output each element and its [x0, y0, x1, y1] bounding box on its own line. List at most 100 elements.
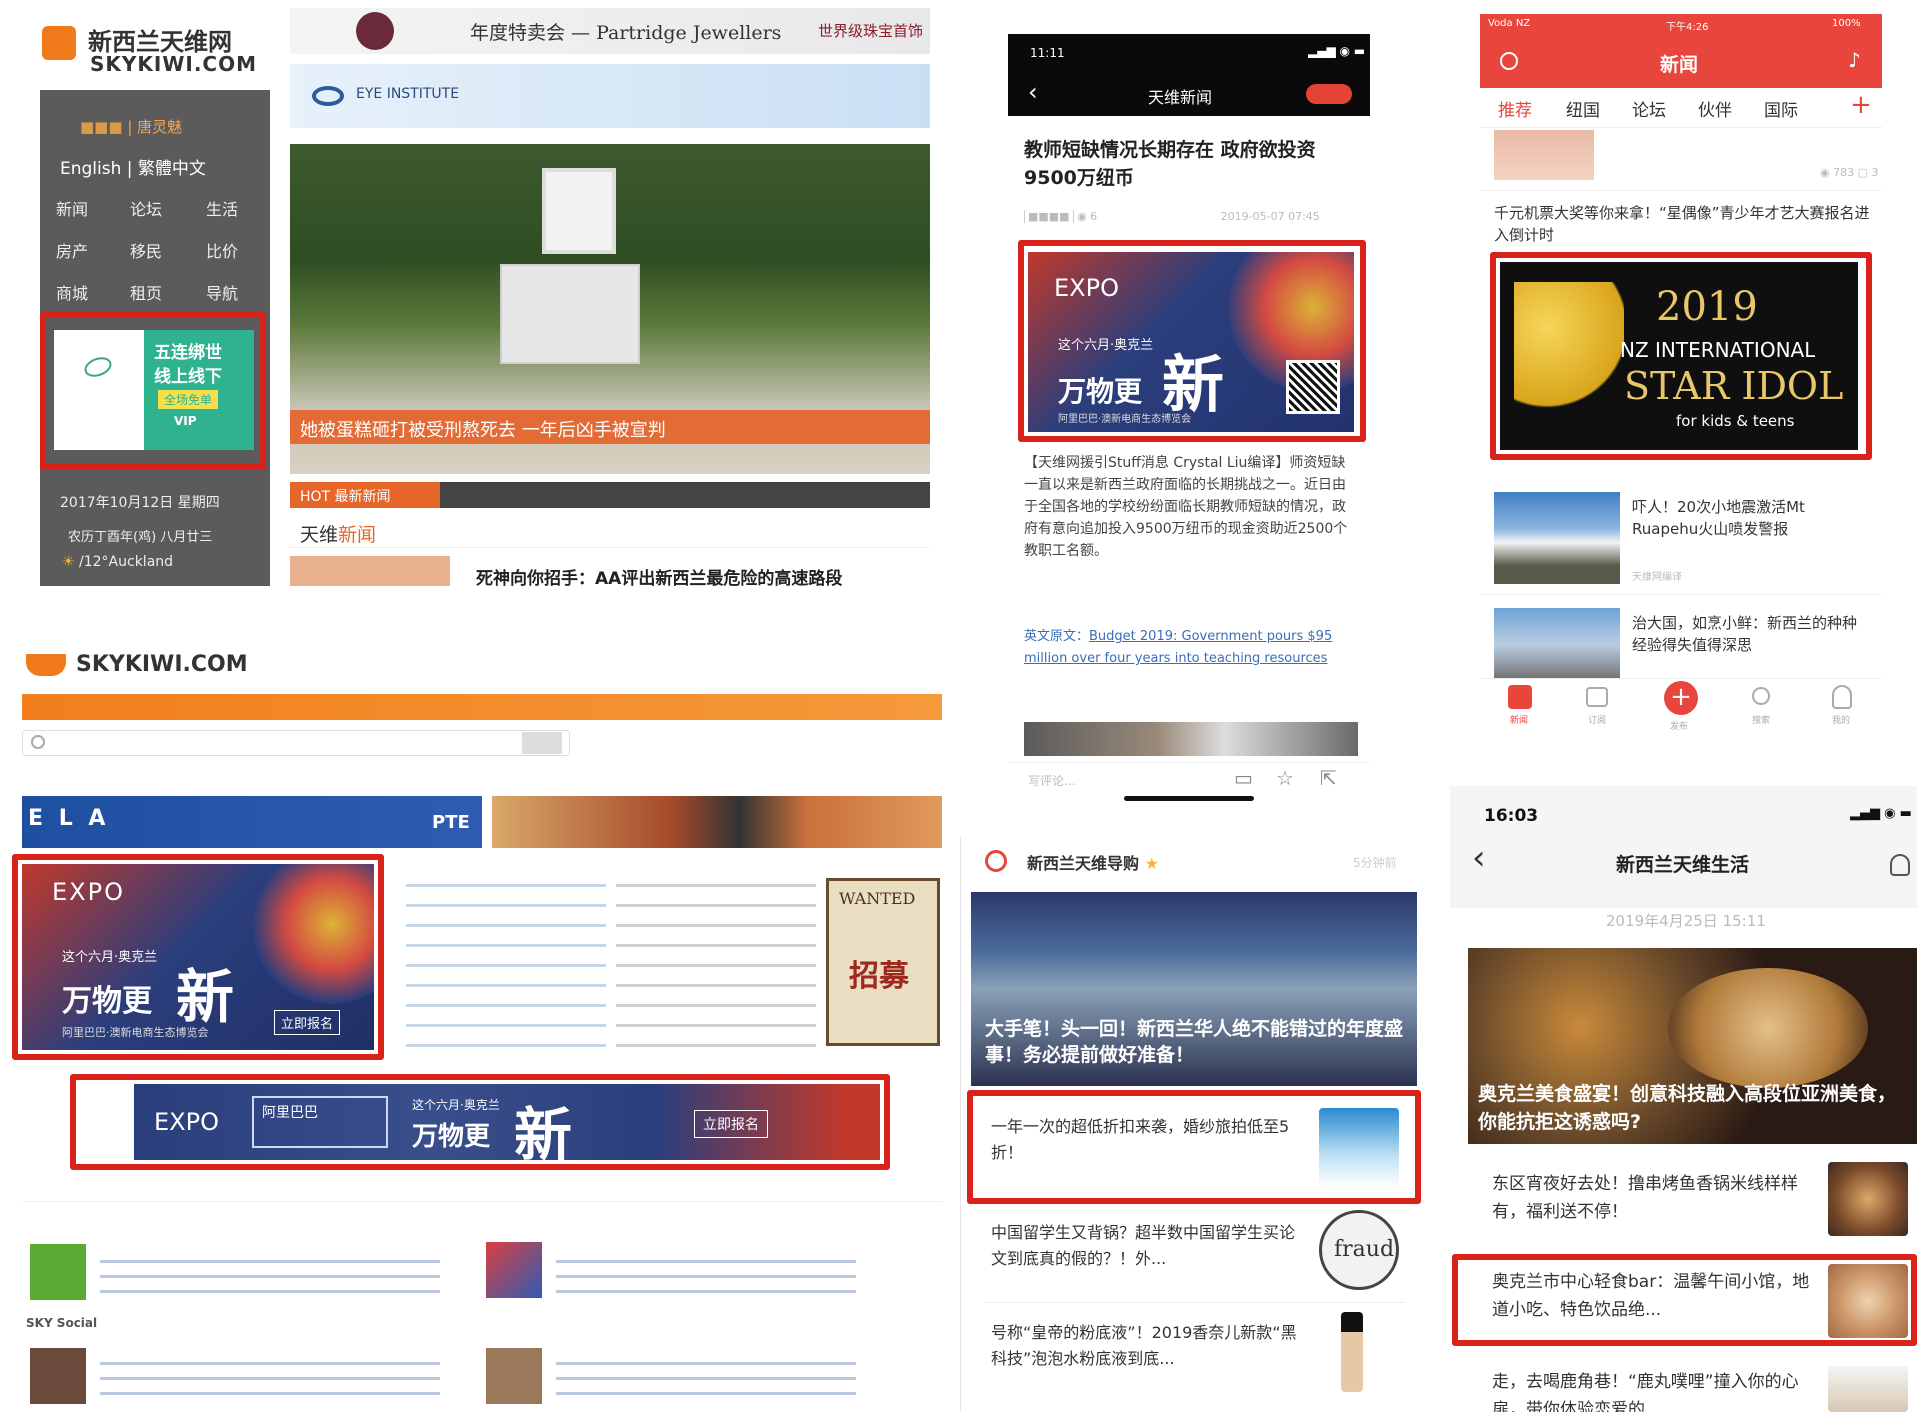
- comment-input[interactable]: 写评论...: [1028, 772, 1075, 789]
- skykiwi-logo-icon[interactable]: [26, 654, 66, 676]
- profile-tab-icon[interactable]: [1832, 685, 1852, 709]
- add-tab-icon[interactable]: +: [1850, 90, 1872, 120]
- eye-institute-banner[interactable]: EYE INSTITUTE: [290, 64, 930, 128]
- forum-entry-3[interactable]: [100, 1356, 440, 1400]
- article-thumb-1[interactable]: [1319, 1108, 1399, 1188]
- expo-wide-banner[interactable]: EXPO 阿里巴巴 这个六月·奥克兰 万物更 新 立即报名: [134, 1084, 880, 1160]
- hero-image[interactable]: 奥克兰美食盛宴！创意科技融入高段位亚洲美食，你能抗拒这诱惑吗?: [1468, 948, 1917, 1144]
- story-thumb-2[interactable]: [1494, 492, 1620, 584]
- hero-image[interactable]: 大手笔！头一回！新西兰华人绝不能错过的年度盛事！务必提前做好准备！: [971, 892, 1417, 1086]
- article-item-2[interactable]: 中国留学生又背锅？超半数中国留学生买论文到底真的假的？！外...: [991, 1220, 1301, 1272]
- article-thumb-2[interactable]: [1828, 1264, 1908, 1338]
- story-headline[interactable]: 死神向你招手：AA评出新西兰最危险的高速路段: [476, 564, 842, 586]
- tab-nz[interactable]: 纽国: [1566, 96, 1600, 121]
- wide-cta[interactable]: 立即报名: [694, 1110, 768, 1138]
- star-icon[interactable]: ☆: [1276, 766, 1294, 790]
- tab-world[interactable]: 国际: [1764, 96, 1798, 121]
- search-icon[interactable]: [1500, 52, 1518, 70]
- weather[interactable]: ☀ /12°Auckland: [62, 554, 173, 570]
- divider: [1480, 190, 1882, 191]
- back-icon[interactable]: ‹: [1472, 838, 1486, 878]
- side-ad[interactable]: 五连绑世 线上线下 全场免单 VIP: [54, 330, 254, 450]
- subscribe-tab-icon[interactable]: [1586, 687, 1608, 707]
- story-thumb-3[interactable]: [1494, 608, 1620, 682]
- expo-ad[interactable]: EXPO 这个六月·奥克兰 万物更 新 立即报名 阿里巴巴·澳新电商生态博览会: [22, 864, 374, 1050]
- expo-cta[interactable]: 立即报名: [274, 1010, 341, 1035]
- bell-icon[interactable]: ♪: [1848, 48, 1861, 72]
- nav-life[interactable]: 生活: [206, 196, 238, 220]
- headline-photo[interactable]: 她被蛋糕砸打被受刑熬死去 一年后凶手被宣判: [290, 144, 930, 474]
- forum-entry-1[interactable]: [100, 1254, 440, 1298]
- forum-entry-4[interactable]: [556, 1356, 856, 1400]
- forum-icon-2[interactable]: [486, 1242, 542, 1298]
- language-switch[interactable]: English | 繁體中文: [60, 154, 206, 179]
- expo-article-ad[interactable]: EXPO 这个六月·奥克兰 万物更 新 阿里巴巴·澳新电商生态博览会: [1028, 252, 1354, 432]
- logo-en[interactable]: SKYKIWI.COM: [76, 652, 248, 677]
- article-thumb-2[interactable]: fraud: [1319, 1210, 1399, 1290]
- article-thumb-3[interactable]: [1341, 1312, 1363, 1392]
- nav-property[interactable]: 房产: [56, 238, 88, 262]
- tab-partners[interactable]: 伙伴: [1698, 96, 1732, 121]
- link-list-right[interactable]: [616, 874, 816, 1050]
- hot-news-tab[interactable]: HOT 最新新闻: [290, 482, 440, 508]
- comment-icon[interactable]: ▭: [1234, 766, 1253, 790]
- article-item-1[interactable]: 一年一次的超低折扣来袭，婚纱旅拍低至5折！: [991, 1114, 1291, 1166]
- article-item-1[interactable]: 东区宵夜好去处！撸串烤鱼香锅米线样样有，福利送不停！: [1492, 1170, 1822, 1226]
- nav-bar: 11:11 ▂▄▆ ◉ ▬ ‹ 天维新闻: [1008, 34, 1370, 116]
- nav-compare[interactable]: 比价: [206, 238, 238, 262]
- share-icon[interactable]: ⇱: [1320, 766, 1337, 790]
- tab-forum[interactable]: 论坛: [1632, 96, 1666, 121]
- article-item-3[interactable]: 走，去喝鹿角巷！“鹿丸噗哩”撞入你的心扉，带你体验恋爱的...: [1492, 1368, 1822, 1412]
- story-3[interactable]: 治大国，如烹小鲜：新西兰的种种经验得失值得深思: [1632, 612, 1868, 656]
- wanted-poster[interactable]: WANTED 招募: [826, 878, 940, 1046]
- star-idol-ad[interactable]: 2019 NZ INTERNATIONAL STAR IDOL for kids…: [1500, 262, 1858, 450]
- jeweller-banner[interactable]: 年度特卖会 — Partridge Jewellers 世界级珠宝首饰: [290, 8, 930, 54]
- forum-tabs[interactable]: [22, 1184, 942, 1202]
- forum-icon-3[interactable]: [30, 1348, 86, 1404]
- nav-guide[interactable]: 导航: [206, 280, 238, 304]
- ad-year: 2019: [1656, 284, 1758, 330]
- side-ad-button[interactable]: 全场免单: [158, 390, 219, 409]
- forum-icon-1[interactable]: [30, 1244, 86, 1300]
- forum-icon-4[interactable]: [486, 1348, 542, 1404]
- story-thumb-0[interactable]: [1494, 130, 1594, 180]
- panel-desktop-home: 新西兰天维网 SKYKIWI.COM ■■■ | 唐灵魅 English | 繁…: [28, 8, 930, 586]
- article-thumb-1[interactable]: [1828, 1162, 1908, 1236]
- article-item-2[interactable]: 奥克兰市中心轻食bar：温馨午间小馆，地道小吃、特色饮品绝...: [1492, 1268, 1822, 1324]
- account-name[interactable]: 新西兰天维导购 ★: [1027, 850, 1159, 874]
- tab-recommend[interactable]: 推荐: [1498, 96, 1532, 121]
- story-1[interactable]: 千元机票大奖等你来拿！“星偶像”青少年才艺大赛报名进入倒计时: [1494, 202, 1870, 246]
- article-image[interactable]: [1024, 722, 1358, 756]
- search-button[interactable]: [522, 732, 562, 754]
- account-logo-icon[interactable]: [985, 850, 1007, 872]
- more-pill-icon[interactable]: [1306, 84, 1352, 104]
- nav-news[interactable]: 新闻: [56, 196, 88, 220]
- sky-social-title[interactable]: SKY Social: [26, 1316, 97, 1330]
- top-menu-bar[interactable]: [22, 694, 942, 720]
- logo-en[interactable]: SKYKIWI.COM: [90, 52, 257, 76]
- user-links[interactable]: ■■■ | 唐灵魅: [80, 116, 182, 137]
- back-icon[interactable]: ‹: [1028, 78, 1038, 106]
- search-input[interactable]: [22, 730, 570, 756]
- news-tab-icon[interactable]: [1508, 685, 1532, 709]
- ela-banner[interactable]: E L A PTE: [22, 796, 482, 848]
- story-2[interactable]: 吓人！20次小地震激活Mt Ruapehu火山喷发警报: [1632, 496, 1868, 540]
- food-banner[interactable]: [492, 796, 942, 848]
- nav-immigration[interactable]: 移民: [130, 238, 162, 262]
- story-thumb[interactable]: [290, 556, 450, 586]
- publish-plus-icon[interactable]: +: [1664, 681, 1698, 715]
- forum-entry-2[interactable]: [556, 1254, 856, 1298]
- home-indicator[interactable]: [1124, 796, 1254, 801]
- article-item-3[interactable]: 号称“皇帝的粉底液”！2019香奈儿新款“黑科技”泡泡水粉底液到底...: [991, 1320, 1301, 1372]
- section-title[interactable]: 天维新闻: [300, 520, 376, 547]
- tab-publish-label: 发布: [1670, 722, 1689, 732]
- link-list-left[interactable]: [406, 874, 606, 1050]
- profile-icon[interactable]: [1890, 854, 1910, 876]
- nav-forum[interactable]: 论坛: [130, 196, 162, 220]
- nav-rent[interactable]: 租页: [130, 280, 162, 304]
- nav-mall[interactable]: 商城: [56, 280, 88, 304]
- source-link[interactable]: 英文原文：Budget 2019: Government pours $95 m…: [1024, 626, 1358, 670]
- search-tab-icon[interactable]: [1752, 687, 1770, 705]
- article-thumb-3[interactable]: [1828, 1366, 1908, 1412]
- skykiwi-logo-icon[interactable]: [42, 26, 76, 60]
